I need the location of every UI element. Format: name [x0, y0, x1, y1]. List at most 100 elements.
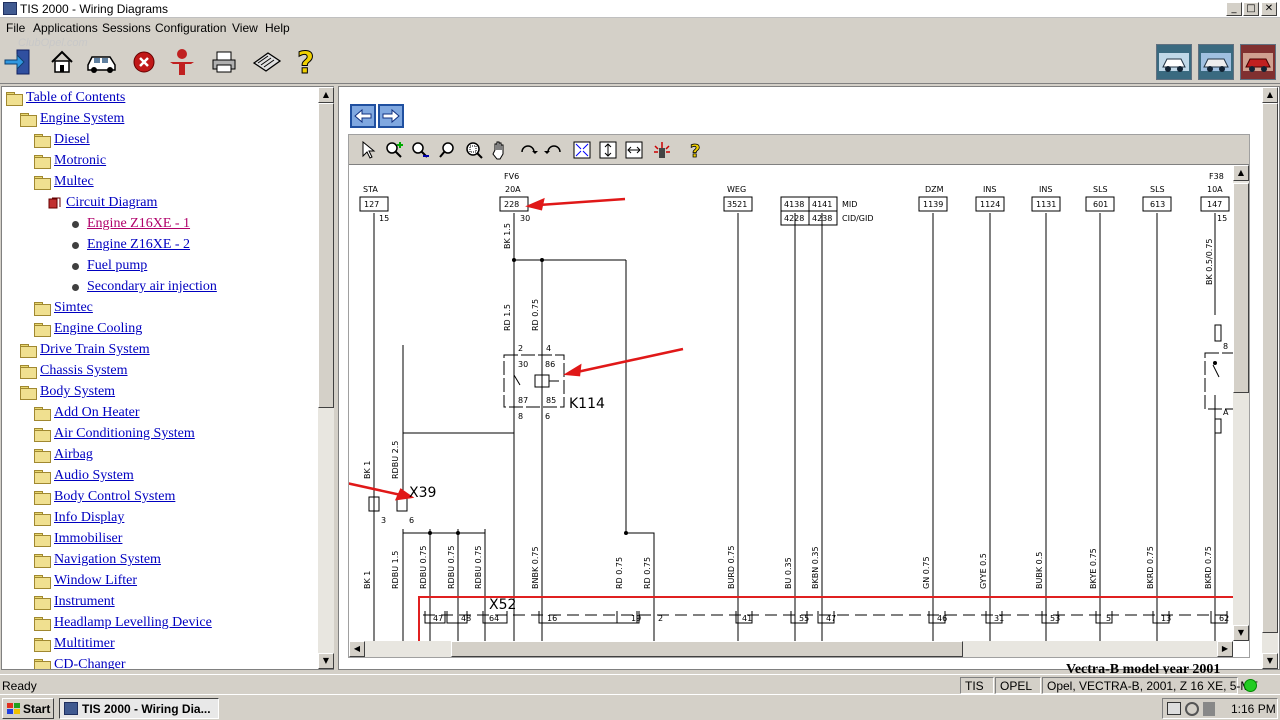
toc-scroll-down-button[interactable]: ▼ [318, 653, 334, 669]
viewer-help-icon[interactable]: ? [685, 140, 707, 160]
forward-arrow-button[interactable] [378, 104, 404, 128]
toc-item[interactable]: Engine Z16XE - 1 [68, 214, 190, 234]
zoom-window-icon[interactable] [463, 140, 485, 160]
close-button[interactable]: ✕ [1261, 2, 1277, 16]
toc-item-label[interactable]: Fuel pump [87, 258, 147, 274]
toc-item-label[interactable]: Window Lifter [54, 573, 137, 589]
toc-item-label[interactable]: CD-Changer [54, 657, 126, 669]
menu-applications[interactable]: Applications [33, 21, 98, 35]
print-icon[interactable] [208, 46, 240, 78]
panel-scrollbar[interactable]: ▲ ▼ [1262, 87, 1278, 669]
toc-item-label[interactable]: Info Display [54, 510, 124, 526]
toc-item-label[interactable]: Immobiliser [54, 531, 122, 547]
toc-item-label[interactable]: Table of Contents [26, 90, 125, 106]
toc-item-label[interactable]: Circuit Diagram [66, 195, 157, 211]
viewer-scroll-left-button[interactable]: ◀ [349, 641, 365, 657]
diagnostic-vehicle-icon[interactable] [1198, 44, 1234, 80]
keyboard-icon[interactable] [250, 46, 282, 78]
toc-item[interactable]: Chassis System [20, 361, 128, 381]
toc-item[interactable]: CD-Changer [34, 655, 126, 669]
toc-item[interactable]: Motronic [34, 151, 106, 171]
toc-item[interactable]: Immobiliser [34, 529, 122, 549]
toc-item-label[interactable]: Add On Heater [54, 405, 140, 421]
start-button[interactable]: Start [2, 698, 54, 719]
toc-item-label[interactable]: Drive Train System [40, 342, 150, 358]
stop-icon[interactable] [128, 46, 160, 78]
toc-item-label[interactable]: Instrument [54, 594, 115, 610]
toc-item-label[interactable]: Diesel [54, 132, 90, 148]
rotate-cw-icon[interactable] [517, 140, 539, 160]
zoom-out-icon[interactable] [409, 140, 431, 160]
toc-item-label[interactable]: Headlamp Levelling Device [54, 615, 212, 631]
toc-item-label[interactable]: Engine Z16XE - 1 [87, 216, 190, 232]
menu-file[interactable]: File [6, 21, 25, 35]
vehicle-icon[interactable] [86, 46, 118, 78]
menu-help[interactable]: Help [265, 21, 290, 35]
zoom-icon[interactable] [437, 140, 459, 160]
toc-item[interactable]: Diesel [34, 130, 90, 150]
toc-scroll-up-button[interactable]: ▲ [318, 87, 334, 103]
toc-item[interactable]: Instrument [34, 592, 115, 612]
sport-vehicle-icon[interactable] [1240, 44, 1276, 80]
toc-item[interactable]: Add On Heater [34, 403, 140, 423]
toc-item-label[interactable]: Air Conditioning System [54, 426, 195, 442]
toc-item[interactable]: Headlamp Levelling Device [34, 613, 212, 633]
toc-item[interactable]: Body Control System [34, 487, 175, 507]
viewer-scroll-right-button[interactable]: ▶ [1217, 641, 1233, 657]
zoom-in-icon[interactable] [383, 140, 405, 160]
fit-width-icon[interactable] [623, 140, 645, 160]
rotate-ccw-icon[interactable] [543, 140, 565, 160]
toc-item[interactable]: Multec [34, 172, 94, 192]
toc-item[interactable]: Secondary air injection [68, 277, 217, 297]
toc-item[interactable]: Table of Contents [6, 88, 125, 108]
toc-item-label[interactable]: Body System [40, 384, 115, 400]
viewer-hscroll-thumb[interactable] [451, 641, 963, 657]
toc-item-label[interactable]: Chassis System [40, 363, 128, 379]
exit-icon[interactable] [2, 46, 34, 78]
viewer-vscroll-thumb[interactable] [1233, 183, 1249, 393]
viewer-vertical-scrollbar[interactable]: ▲ ▼ [1233, 165, 1249, 641]
toc-item-label[interactable]: Engine Z16XE - 2 [87, 237, 190, 253]
fit-page-icon[interactable] [571, 140, 593, 160]
monitor-icon[interactable] [1167, 702, 1181, 715]
select-pointer-icon[interactable] [357, 140, 379, 160]
toc-item-label[interactable]: Multec [54, 174, 94, 190]
toc-item[interactable]: Circuit Diagram [48, 193, 157, 213]
toc-item[interactable]: Air Conditioning System [34, 424, 195, 444]
wiring-diagram[interactable]: STA FV6 20A WEG MID CID/GID DZM INS INS … [349, 165, 1233, 641]
toc-scrollbar[interactable]: ▲ ▼ [318, 87, 334, 669]
toc-item-label[interactable]: Body Control System [54, 489, 175, 505]
viewer-scroll-down-button[interactable]: ▼ [1233, 625, 1249, 641]
panel-scroll-down-button[interactable]: ▼ [1262, 653, 1278, 669]
back-arrow-button[interactable] [350, 104, 376, 128]
toc-scroll-thumb[interactable] [318, 103, 334, 408]
toc-item[interactable]: Airbag [34, 445, 93, 465]
toc-item-label[interactable]: Secondary air injection [87, 279, 217, 295]
viewer-scroll-up-button[interactable]: ▲ [1233, 165, 1249, 181]
toc-item[interactable]: Multitimer [34, 634, 115, 654]
toc-item[interactable]: Engine System [20, 109, 124, 129]
toc-item[interactable]: Navigation System [34, 550, 161, 570]
help-icon[interactable]: ? [290, 46, 322, 78]
toc-item[interactable]: Fuel pump [68, 256, 147, 276]
toc-item-label[interactable]: Navigation System [54, 552, 161, 568]
toc-item-label[interactable]: Motronic [54, 153, 106, 169]
toc-item[interactable]: Window Lifter [34, 571, 137, 591]
minimize-button[interactable]: _ [1226, 2, 1242, 16]
highlight-icon[interactable] [651, 140, 673, 160]
fit-height-icon[interactable] [597, 140, 619, 160]
toc-item[interactable]: Info Display [34, 508, 124, 528]
toc-item-label[interactable]: Simtec [54, 300, 93, 316]
volume-icon[interactable] [1203, 702, 1215, 716]
person-icon[interactable] [166, 46, 198, 78]
toc-item-label[interactable]: Airbag [54, 447, 93, 463]
toc-item[interactable]: Engine Z16XE - 2 [68, 235, 190, 255]
toc-item[interactable]: Drive Train System [20, 340, 150, 360]
network-icon[interactable] [1185, 702, 1199, 716]
panel-scroll-thumb[interactable] [1262, 103, 1278, 633]
home-icon[interactable] [46, 46, 78, 78]
viewer-horizontal-scrollbar[interactable]: ◀ ▶ [349, 641, 1233, 657]
menu-sessions[interactable]: Sessions [102, 21, 151, 35]
toc-item-label[interactable]: Engine System [40, 111, 124, 127]
toc-item-label[interactable]: Engine Cooling [54, 321, 142, 337]
